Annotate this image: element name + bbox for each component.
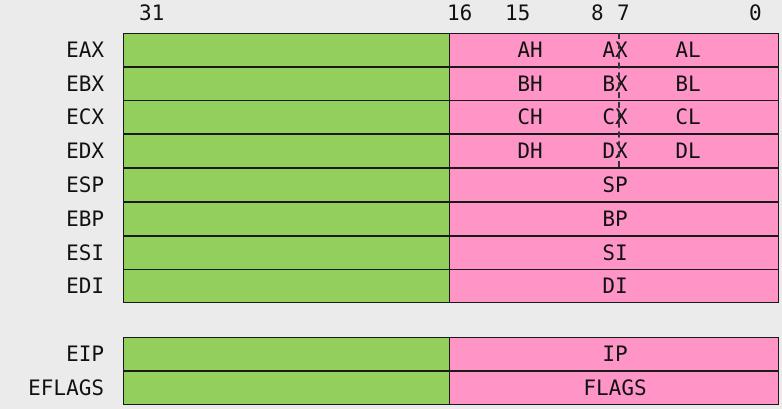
register-name: EBX <box>66 72 104 96</box>
register-name: ESP <box>66 173 104 197</box>
upper-16-bits <box>123 67 450 101</box>
upper-16-bits <box>123 202 450 236</box>
high-byte-label: CH <box>517 105 543 129</box>
register-name: EFLAGS <box>28 376 104 400</box>
byte-boundary-dashed-line <box>618 33 620 167</box>
register-row-esi: ESI SI <box>0 236 782 270</box>
bit-label-15: 15 <box>505 1 531 25</box>
low-byte-label: DL <box>675 139 701 163</box>
lower-16-bits: SI <box>449 236 779 270</box>
low-word-label: DI <box>602 274 628 298</box>
high-byte-label: DH <box>517 139 543 163</box>
register-row-ebx: EBX BH BX BL <box>0 67 782 101</box>
register-name: EDI <box>66 274 104 298</box>
low-word-label: DX <box>602 139 628 163</box>
lower-16-bits: BH BX BL <box>449 67 779 101</box>
low-word-label: FLAGS <box>583 376 647 400</box>
low-word-label: CX <box>602 105 628 129</box>
register-row-edi: EDI DI <box>0 269 782 303</box>
register-row-eax: EAX AH AX AL <box>0 33 782 67</box>
upper-16-bits <box>123 100 450 134</box>
register-row-eflags: EFLAGS FLAGS <box>0 371 782 405</box>
low-byte-label: BL <box>675 72 701 96</box>
register-row-ecx: ECX CH CX CL <box>0 100 782 134</box>
register-name: EBP <box>66 207 104 231</box>
upper-16-bits <box>123 168 450 202</box>
register-name: ESI <box>66 241 104 265</box>
lower-16-bits: SP <box>449 168 779 202</box>
upper-16-bits <box>123 337 450 371</box>
register-row-ebp: EBP BP <box>0 202 782 236</box>
bit-label-31: 31 <box>139 1 165 25</box>
register-name: EAX <box>66 38 104 62</box>
low-byte-label: AL <box>675 38 701 62</box>
bit-label-16: 16 <box>447 1 473 25</box>
register-row-edx: EDX DH DX DL <box>0 134 782 168</box>
upper-16-bits <box>123 371 450 405</box>
low-byte-label: CL <box>675 105 701 129</box>
bit-label-8: 8 <box>591 1 604 25</box>
register-row-esp: ESP SP <box>0 168 782 202</box>
lower-16-bits: FLAGS <box>449 371 779 405</box>
lower-16-bits: AH AX AL <box>449 33 779 67</box>
upper-16-bits <box>123 134 450 168</box>
low-word-label: SI <box>602 241 628 265</box>
lower-16-bits: DH DX DL <box>449 134 779 168</box>
low-word-label: BX <box>602 72 628 96</box>
high-byte-label: AH <box>517 38 543 62</box>
lower-16-bits: IP <box>449 337 779 371</box>
lower-16-bits: CH CX CL <box>449 100 779 134</box>
upper-16-bits <box>123 236 450 270</box>
low-word-label: BP <box>602 207 628 231</box>
bit-label-7: 7 <box>617 1 630 25</box>
upper-16-bits <box>123 269 450 303</box>
register-name: EDX <box>66 139 104 163</box>
low-word-label: AX <box>602 38 628 62</box>
low-word-label: IP <box>602 342 628 366</box>
register-row-eip: EIP IP <box>0 337 782 371</box>
register-name: EIP <box>66 342 104 366</box>
register-name: ECX <box>66 105 104 129</box>
lower-16-bits: BP <box>449 202 779 236</box>
low-word-label: SP <box>602 173 628 197</box>
lower-16-bits: DI <box>449 269 779 303</box>
upper-16-bits <box>123 33 450 67</box>
bit-label-0: 0 <box>749 1 762 25</box>
high-byte-label: BH <box>517 72 543 96</box>
